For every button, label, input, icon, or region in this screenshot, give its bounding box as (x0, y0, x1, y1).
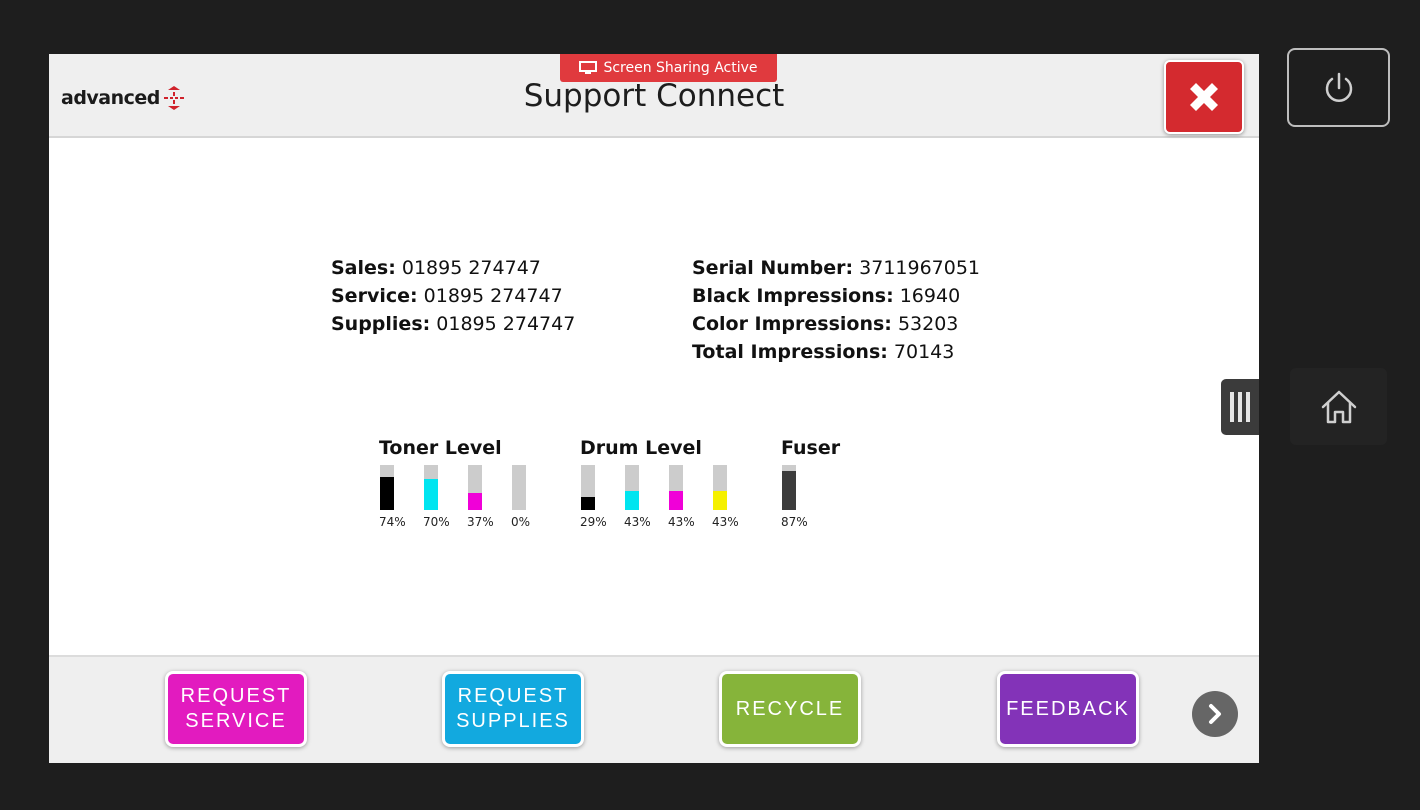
service-value: 01895 274747 (423, 285, 563, 307)
home-button[interactable] (1290, 368, 1387, 445)
power-button[interactable] (1287, 48, 1390, 127)
fuser-level-fill (782, 470, 796, 510)
toner-level-item: 70% (423, 465, 467, 529)
panel-handle-line (1238, 392, 1242, 422)
close-button[interactable] (1164, 60, 1244, 134)
drum-level-percent: 43% (668, 515, 695, 529)
next-page-button[interactable] (1192, 691, 1238, 737)
drum-level-bars: 29% 43% 43% 43% (580, 465, 756, 529)
side-panel-handle[interactable] (1221, 379, 1259, 435)
page-title: Support Connect (523, 78, 785, 114)
total-impressions-value: 70143 (893, 341, 955, 363)
color-impressions-row: Color Impressions: 53203 (692, 310, 980, 338)
drum-level-title: Drum Level (580, 437, 702, 459)
fuser-level-track (782, 465, 796, 510)
toner-level-item: 0% (511, 465, 555, 529)
color-impressions-label: Color Impressions: (692, 313, 892, 335)
drum-level-group: Drum Level 29% 43% 43% 43% (580, 437, 756, 529)
toner-level-fill (468, 493, 482, 510)
action-bar: REQUEST SERVICE REQUEST SUPPLIES RECYCLE… (49, 655, 1259, 763)
toner-level-fill (380, 476, 394, 510)
toner-level-item: 74% (379, 465, 423, 529)
fuser-level-percent: 87% (781, 515, 808, 529)
drum-level-fill (669, 490, 683, 510)
toner-level-percent: 70% (423, 515, 450, 529)
sales-label: Sales: (331, 257, 396, 279)
supplies-label: Supplies: (331, 313, 431, 335)
black-impressions-value: 16940 (899, 285, 961, 307)
drum-level-item: 29% (580, 465, 624, 529)
toner-level-track (380, 465, 394, 510)
fuser-level-bars: 87% (781, 465, 840, 529)
contact-info: Sales: 01895 274747 Service: 01895 27474… (331, 254, 575, 338)
toner-level-fill (424, 478, 438, 510)
drum-level-item: 43% (624, 465, 668, 529)
header-bar: advanced Screen Sharing Active Support C… (49, 54, 1259, 138)
screen-sharing-label: Screen Sharing Active (603, 60, 758, 76)
sales-value: 01895 274747 (401, 257, 541, 279)
toner-level-track (512, 465, 526, 510)
drum-level-track (581, 465, 595, 510)
panel-handle-icon (1230, 392, 1234, 422)
color-impressions-value: 53203 (897, 313, 959, 335)
fuser-level-title: Fuser (781, 437, 841, 459)
service-row: Service: 01895 274747 (331, 282, 575, 310)
toner-level-percent: 0% (511, 515, 531, 529)
serial-value: 3711967051 (859, 257, 981, 279)
panel-handle-line (1246, 392, 1250, 422)
drum-level-fill (625, 490, 639, 510)
request-supplies-button[interactable]: REQUEST SUPPLIES (442, 671, 584, 747)
toner-level-item: 37% (467, 465, 511, 529)
drum-level-track (713, 465, 727, 510)
toner-level-percent: 37% (467, 515, 494, 529)
drum-level-track (625, 465, 639, 510)
supplies-value: 01895 274747 (436, 313, 576, 335)
service-label: Service: (331, 285, 418, 307)
drum-level-item: 43% (668, 465, 712, 529)
support-connect-window: advanced Screen Sharing Active Support C… (49, 54, 1259, 763)
drum-level-percent: 43% (624, 515, 651, 529)
home-icon (1321, 390, 1356, 423)
toner-level-track (468, 465, 482, 510)
sales-row: Sales: 01895 274747 (331, 254, 575, 282)
feedback-button[interactable]: FEEDBACK (997, 671, 1139, 747)
black-impressions-row: Black Impressions: 16940 (692, 282, 980, 310)
request-service-button[interactable]: REQUEST SERVICE (165, 671, 307, 747)
recycle-button[interactable]: RECYCLE (719, 671, 861, 747)
device-info: Serial Number: 3711967051 Black Impressi… (692, 254, 980, 366)
drum-level-fill (581, 496, 595, 510)
drum-level-percent: 43% (712, 515, 739, 529)
supplies-row: Supplies: 01895 274747 (331, 310, 575, 338)
black-impressions-label: Black Impressions: (692, 285, 894, 307)
drum-level-fill (713, 490, 727, 510)
drum-level-track (669, 465, 683, 510)
power-icon (1325, 72, 1352, 102)
serial-label: Serial Number: (692, 257, 854, 279)
drum-level-percent: 29% (580, 515, 607, 529)
total-impressions-row: Total Impressions: 70143 (692, 338, 980, 366)
serial-row: Serial Number: 3711967051 (692, 254, 980, 282)
close-icon (1190, 83, 1218, 111)
total-impressions-label: Total Impressions: (692, 341, 888, 363)
screen-share-icon (579, 61, 598, 74)
toner-level-track (424, 465, 438, 510)
toner-level-group: Toner Level 74% 70% 37% 0% (379, 437, 555, 529)
fuser-level-group: Fuser 87% (781, 437, 840, 529)
chevron-right-icon (1209, 704, 1221, 724)
toner-level-title: Toner Level (379, 437, 502, 459)
toner-level-percent: 74% (379, 515, 406, 529)
toner-level-bars: 74% 70% 37% 0% (379, 465, 555, 529)
drum-level-item: 43% (712, 465, 756, 529)
fuser-level-item: 87% (781, 465, 825, 529)
